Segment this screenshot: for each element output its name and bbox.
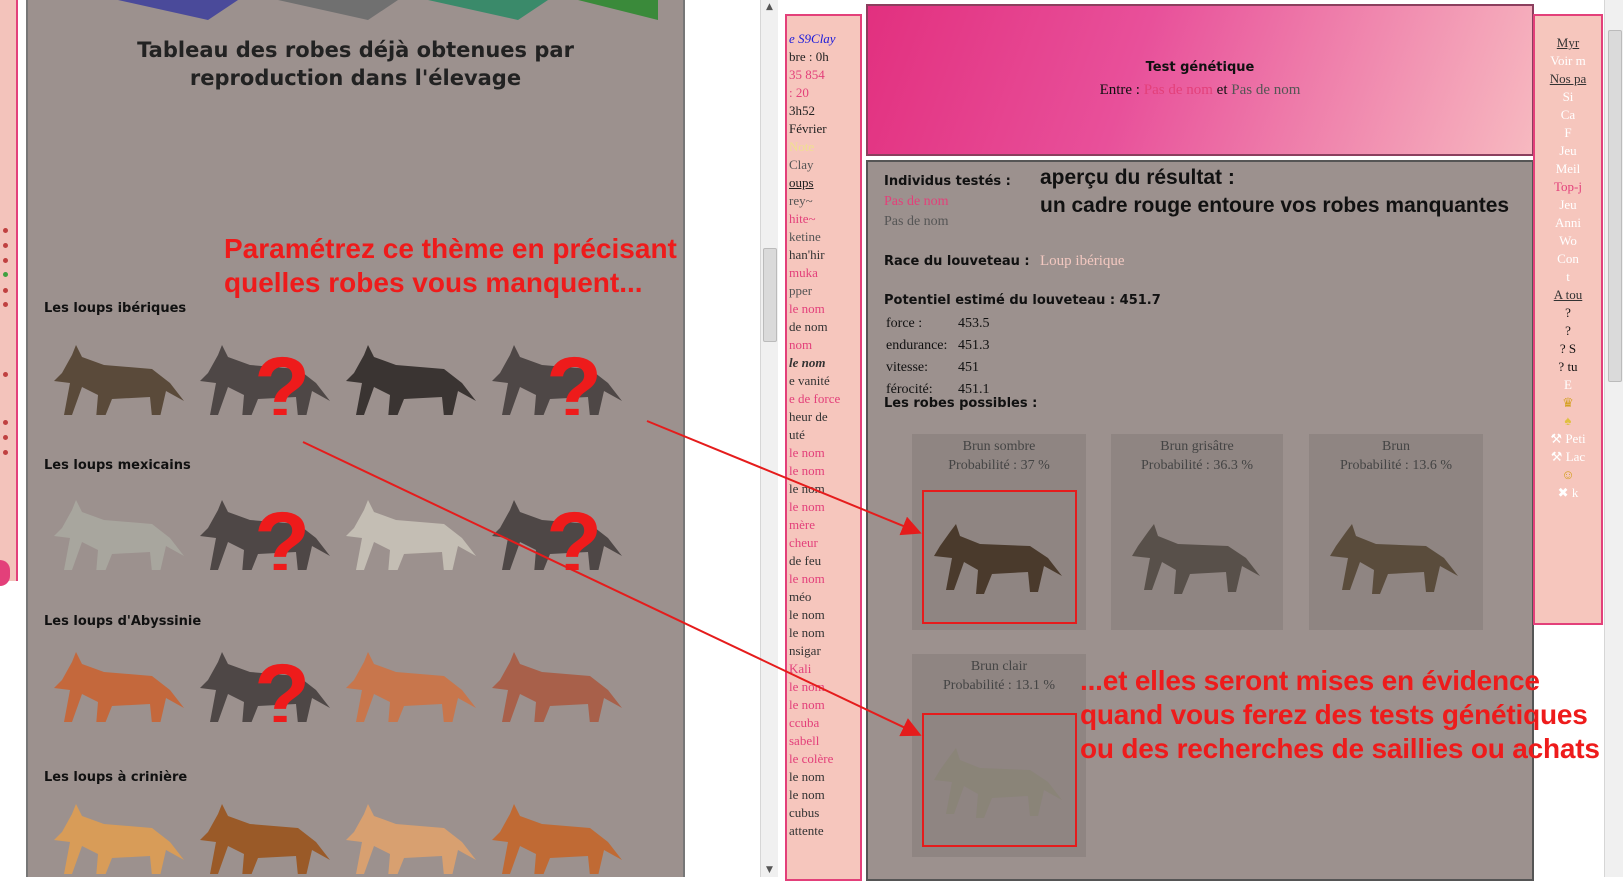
arrow-to-frame-1 — [646, 420, 922, 536]
annotation-arrows — [302, 420, 922, 737]
arrow-to-frame-2 — [302, 441, 922, 737]
